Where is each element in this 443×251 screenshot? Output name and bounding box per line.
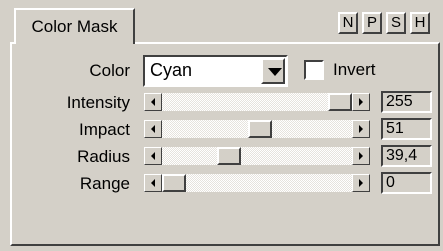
radius-slider[interactable] xyxy=(144,147,370,165)
n-button[interactable]: N xyxy=(338,12,358,34)
range-label: Range xyxy=(79,174,130,193)
s-button[interactable]: S xyxy=(386,12,406,34)
arrow-left-icon[interactable] xyxy=(144,120,162,138)
arrow-right-icon[interactable] xyxy=(352,147,370,165)
arrow-left-icon[interactable] xyxy=(144,147,162,165)
impact-slider-thumb[interactable] xyxy=(248,120,272,138)
radius-slider-thumb[interactable] xyxy=(217,147,241,165)
impact-slider[interactable] xyxy=(144,120,370,138)
h-button[interactable]: H xyxy=(410,12,430,34)
radius-value[interactable]: 39,4 xyxy=(381,145,432,167)
range-value[interactable]: 0 xyxy=(381,172,432,194)
range-slider-thumb[interactable] xyxy=(162,174,186,192)
intensity-value[interactable]: 255 xyxy=(381,91,432,113)
arrow-left-icon[interactable] xyxy=(144,174,162,192)
arrow-right-icon[interactable] xyxy=(352,120,370,138)
radius-label: Radius xyxy=(77,147,130,166)
range-slider[interactable] xyxy=(144,174,370,192)
arrow-right-icon[interactable] xyxy=(352,174,370,192)
arrow-left-icon[interactable] xyxy=(144,93,162,111)
color-mask-window: Color Mask N P S H Color Cyan Invert Int… xyxy=(0,0,443,251)
arrow-right-icon[interactable] xyxy=(352,93,370,111)
chevron-down-icon[interactable] xyxy=(261,58,285,84)
intensity-slider-thumb[interactable] xyxy=(328,93,352,111)
intensity-slider[interactable] xyxy=(144,93,370,111)
tab-color-mask[interactable]: Color Mask xyxy=(14,8,135,44)
color-dropdown[interactable]: Cyan xyxy=(143,55,288,87)
impact-label: Impact xyxy=(78,120,130,139)
intensity-label: Intensity xyxy=(66,93,130,112)
invert-checkbox[interactable] xyxy=(304,60,324,80)
p-button[interactable]: P xyxy=(362,12,382,34)
color-label: Color xyxy=(89,61,130,80)
invert-label[interactable]: Invert xyxy=(333,60,376,80)
impact-value[interactable]: 51 xyxy=(381,118,432,140)
color-dropdown-value: Cyan xyxy=(150,60,193,80)
